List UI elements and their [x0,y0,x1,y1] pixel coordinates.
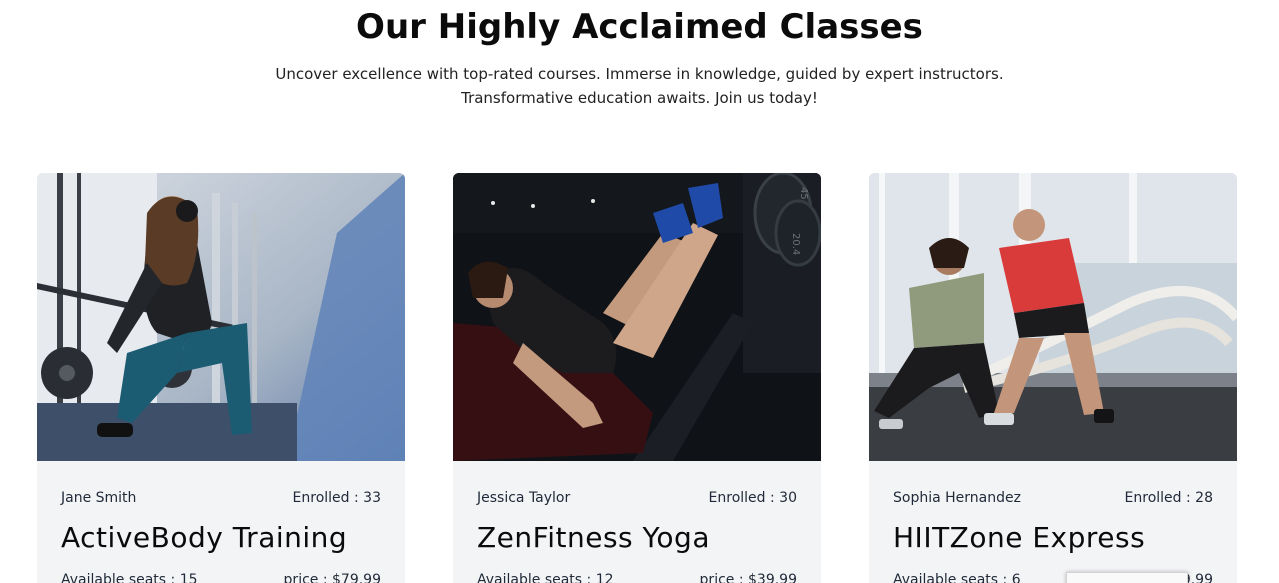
available-seats: Available seats : 12 [477,572,614,583]
instructor-name: Jessica Taylor [477,490,571,506]
svg-text:45: 45 [798,187,809,200]
class-price: price : $39.99 [699,572,797,583]
subtitle-line-1: Uncover excellence with top-rated course… [275,65,1004,83]
class-title[interactable]: ActiveBody Training [61,519,381,557]
class-image-leg-press: 45 20.4 [453,173,821,461]
class-meta-row: Jessica Taylor Enrolled : 30 [477,488,797,508]
enrolled-count: Enrolled : 28 [1124,490,1213,506]
instructor-name: Jane Smith [61,490,137,506]
class-card[interactable]: Jane Smith Enrolled : 33 ActiveBody Trai… [37,173,405,583]
class-title[interactable]: HIITZone Express [893,519,1213,557]
available-seats: Available seats : 15 [61,572,198,583]
class-meta-row: Jane Smith Enrolled : 33 [61,488,381,508]
section-subtitle: Uncover excellence with top-rated course… [0,62,1279,110]
available-seats: Available seats : 6 [893,572,1021,583]
class-card-body: Jane Smith Enrolled : 33 ActiveBody Trai… [37,488,405,583]
enrolled-count: Enrolled : 33 [292,490,381,506]
class-price: price : $79.99 [283,572,381,583]
class-image-gym-training [37,173,405,461]
class-cards-grid: Jane Smith Enrolled : 33 ActiveBody Trai… [37,173,1239,583]
class-card[interactable]: Sophia Hernandez Enrolled : 28 HIITZone … [869,173,1237,583]
class-image-battle-ropes [869,173,1237,461]
class-card-body: Jessica Taylor Enrolled : 30 ZenFitness … [453,488,821,583]
svg-text:20.4: 20.4 [790,233,801,255]
enrolled-count: Enrolled : 30 [708,490,797,506]
class-card-body: Sophia Hernandez Enrolled : 28 HIITZone … [869,488,1237,583]
class-meta-row: Sophia Hernandez Enrolled : 28 [893,488,1213,508]
class-info-row: Available seats : 15 price : $79.99 [61,570,381,583]
recaptcha-badge[interactable] [1066,572,1188,583]
class-info-row: Available seats : 12 price : $39.99 [477,570,797,583]
class-title[interactable]: ZenFitness Yoga [477,519,797,557]
section-title: Our Highly Acclaimed Classes [356,7,923,47]
subtitle-line-2: Transformative education awaits. Join us… [461,89,818,107]
classes-page: Our Highly Acclaimed Classes Uncover exc… [0,0,1279,583]
instructor-name: Sophia Hernandez [893,490,1021,506]
class-card[interactable]: 45 20.4 Jessica Taylor Enrolled : 30 Zen… [453,173,821,583]
